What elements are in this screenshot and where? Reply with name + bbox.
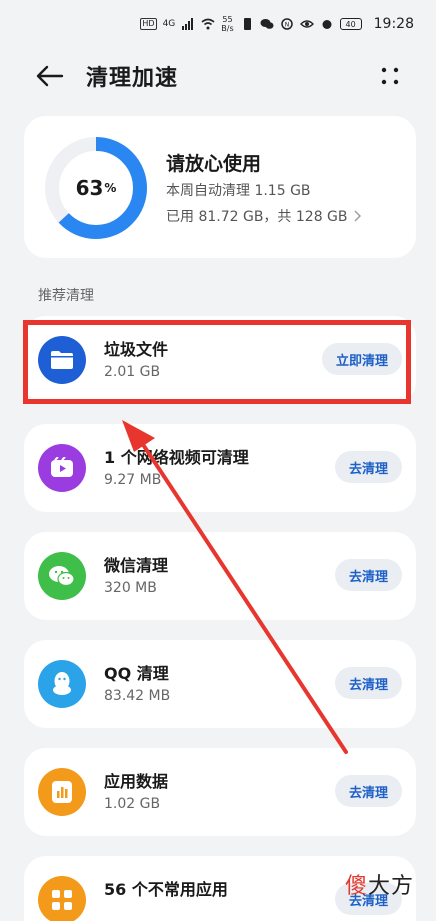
item-size: 1.02 GB: [104, 796, 161, 812]
signal-icon: 4G: [162, 19, 176, 29]
list-item-video[interactable]: 1 个网络视频可清理 9.27 MB 去清理: [24, 424, 416, 512]
clean-now-button[interactable]: 立即清理: [321, 343, 402, 375]
list-item-qq[interactable]: QQ 清理 83.42 MB 去清理: [24, 640, 416, 728]
go-clean-button[interactable]: 去清理: [334, 775, 402, 807]
list-item-app-data[interactable]: 应用数据 1.02 GB 去清理: [24, 748, 416, 836]
storage-percent: 63%: [75, 176, 117, 200]
section-label: 推荐清理: [38, 288, 94, 304]
item-title: 应用数据: [104, 772, 169, 791]
clock: 19:28: [373, 16, 414, 32]
battery-icon: 40: [339, 18, 362, 30]
header: 清理加速: [0, 52, 436, 100]
wechat-icon: [38, 552, 86, 600]
item-size: 2.01 GB: [104, 364, 161, 380]
item-title: 56 个不常用应用: [104, 880, 228, 899]
qq-icon: [38, 660, 86, 708]
summary-title: 请放心使用: [166, 153, 262, 175]
hd-icon: HD: [140, 18, 157, 30]
item-title: QQ 清理: [104, 664, 169, 683]
wechat-notification-icon: [260, 19, 274, 29]
more-options-icon[interactable]: [378, 64, 402, 88]
weekly-clean-text: 本周自动清理 1.15 GB: [166, 183, 311, 199]
network-rate: 55 B/s: [221, 15, 234, 33]
apps-grid-icon: [38, 876, 86, 921]
storage-usage-text[interactable]: 已用 81.72 GB，共 128 GB: [166, 206, 362, 226]
chevron-right-icon: [354, 210, 361, 222]
folder-icon: [38, 336, 86, 384]
go-clean-button[interactable]: 去清理: [334, 667, 402, 699]
sim-icon: [243, 18, 251, 30]
watermark: 傻大方: [344, 874, 414, 899]
item-size: 9.27 MB: [104, 472, 162, 488]
cell-signal-icon: [182, 18, 194, 30]
item-title: 垃圾文件: [104, 340, 169, 359]
item-size: 83.42 MB: [104, 688, 171, 704]
status-bar: HD 4G 55 B/s N 40 19:28: [0, 0, 436, 48]
app-data-icon: [38, 768, 86, 816]
go-clean-button[interactable]: 去清理: [334, 451, 402, 483]
eye-icon: [299, 20, 314, 28]
page-title: 清理加速: [86, 66, 179, 91]
list-item-wechat[interactable]: 微信清理 320 MB 去清理: [24, 532, 416, 620]
back-arrow-icon[interactable]: [34, 62, 66, 90]
nfc-icon: N: [280, 18, 293, 30]
video-icon: [38, 444, 86, 492]
item-title: 1 个网络视频可清理: [104, 448, 249, 467]
item-size: 320 MB: [104, 580, 157, 596]
go-clean-button[interactable]: 去清理: [334, 559, 402, 591]
list-item-junk-files[interactable]: 垃圾文件 2.01 GB 立即清理: [24, 316, 416, 404]
alarm-icon: [322, 20, 332, 29]
wifi-icon: [201, 18, 215, 30]
item-title: 微信清理: [104, 556, 169, 575]
storage-summary-card[interactable]: 63% 请放心使用 本周自动清理 1.15 GB 已用 81.72 GB，共 1…: [24, 116, 416, 258]
svg-text:N: N: [284, 22, 289, 29]
